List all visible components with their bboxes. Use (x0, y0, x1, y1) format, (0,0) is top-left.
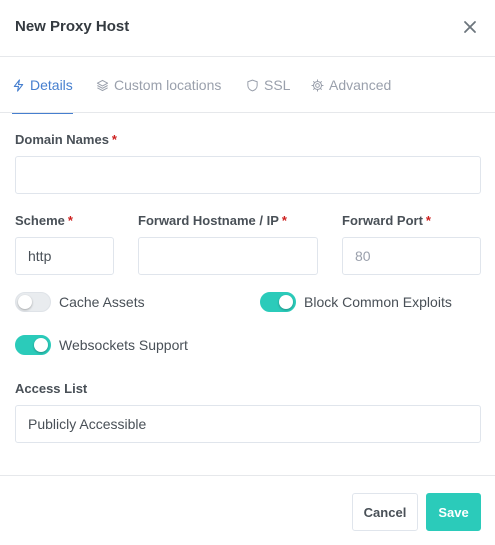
cancel-button[interactable]: Cancel (352, 493, 418, 531)
dialog-footer: Cancel Save (0, 475, 495, 545)
forward-port-label: Forward Port * (342, 213, 431, 228)
tab-ssl-label: SSL (264, 77, 291, 93)
forward-hostname-label: Forward Hostname / IP * (138, 213, 287, 228)
scheme-label: Scheme * (15, 213, 73, 228)
required-marker: * (425, 213, 431, 228)
switch-knob (279, 295, 293, 309)
domain-names-input[interactable] (15, 156, 481, 194)
forward-hostname-label-text: Forward Hostname / IP (138, 213, 279, 228)
tab-details[interactable]: Details (12, 57, 73, 114)
required-marker: * (111, 132, 117, 147)
dialog-header: New Proxy Host (0, 0, 495, 57)
dialog-title: New Proxy Host (15, 18, 130, 35)
websockets-support-toggle[interactable]: Websockets Support (15, 335, 188, 355)
tab-advanced[interactable]: Advanced (311, 57, 391, 113)
tab-bar: Details Custom locations SSL Advanced (0, 57, 495, 114)
scheme-label-text: Scheme (15, 213, 65, 228)
domain-names-label: Domain Names * (15, 132, 117, 147)
scheme-input[interactable] (15, 237, 114, 275)
forward-port-label-text: Forward Port (342, 213, 423, 228)
websockets-support-label: Websockets Support (59, 337, 188, 353)
switch-knob (18, 295, 32, 309)
lightning-icon (13, 78, 24, 92)
save-button[interactable]: Save (426, 493, 481, 531)
block-common-exploits-label: Block Common Exploits (304, 294, 452, 310)
tab-custom-locations[interactable]: Custom locations (96, 57, 221, 113)
cache-assets-switch[interactable] (15, 292, 51, 312)
required-marker: * (281, 213, 287, 228)
layers-icon (96, 79, 109, 91)
websockets-support-switch[interactable] (15, 335, 51, 355)
block-common-exploits-switch[interactable] (260, 292, 296, 312)
new-proxy-host-dialog: New Proxy Host Details Custom locations (0, 0, 495, 545)
cache-assets-label: Cache Assets (59, 294, 145, 310)
tab-ssl[interactable]: SSL (246, 57, 290, 113)
cache-assets-toggle[interactable]: Cache Assets (15, 292, 145, 312)
domain-names-label-text: Domain Names (15, 132, 109, 147)
access-list-select[interactable] (15, 405, 481, 443)
close-icon[interactable] (460, 17, 480, 37)
required-marker: * (67, 213, 73, 228)
switch-knob (34, 338, 48, 352)
gear-icon (311, 78, 324, 92)
access-list-label: Access List (15, 381, 88, 396)
tab-details-label: Details (30, 77, 73, 93)
tab-advanced-label: Advanced (329, 77, 392, 93)
forward-port-input[interactable] (342, 237, 481, 275)
forward-hostname-input[interactable] (138, 237, 318, 275)
shield-icon (247, 79, 258, 91)
block-common-exploits-toggle[interactable]: Block Common Exploits (260, 292, 452, 312)
tab-custom-locations-label: Custom locations (114, 77, 222, 93)
